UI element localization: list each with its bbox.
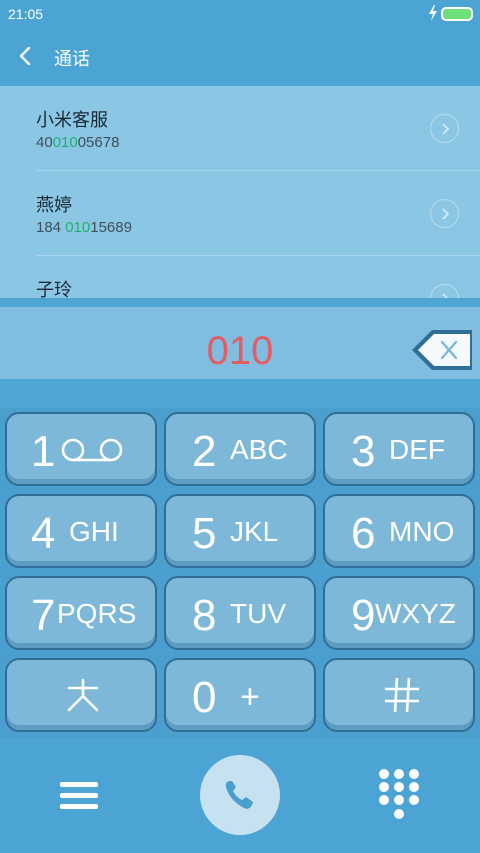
dial-input-bar: 010	[0, 298, 480, 408]
dial-input-field[interactable]: 010	[0, 307, 480, 379]
key-4[interactable]: 4 GHI	[5, 494, 157, 568]
key-digit: 5	[192, 509, 217, 558]
contact-name: 小米客服	[36, 110, 108, 131]
key-6[interactable]: 6 MNO	[323, 494, 475, 568]
call-button[interactable]	[200, 755, 280, 835]
charging-bolt-icon	[429, 5, 437, 21]
key-7[interactable]: 7 PQRS	[5, 576, 157, 650]
key-digit: 9	[351, 591, 376, 640]
bottom-action-bar	[0, 738, 480, 853]
key-digit: 6	[351, 509, 376, 558]
key-letters: DEF	[389, 434, 445, 465]
key-letters: PQRS	[57, 598, 137, 629]
key-2[interactable]: 2 ABC	[164, 412, 316, 486]
key-star[interactable]	[5, 658, 157, 732]
key-digit: 3	[351, 427, 376, 476]
dialed-number: 010	[206, 329, 274, 373]
menu-icon[interactable]	[60, 778, 100, 814]
chevron-right-icon	[442, 123, 450, 135]
key-9[interactable]: 9 WXYZ	[323, 576, 475, 650]
back-icon[interactable]	[14, 44, 38, 68]
key-0[interactable]: 0 +	[164, 658, 316, 732]
key-letters: TUV	[230, 598, 286, 629]
contact-name: 燕婷	[36, 195, 72, 216]
key-5[interactable]: 5 JKL	[164, 494, 316, 568]
phone-icon	[225, 781, 253, 809]
key-digit: 2	[192, 427, 217, 476]
contact-detail-button[interactable]	[430, 284, 459, 298]
contact-name: 子玲	[36, 280, 72, 298]
key-3[interactable]: 3 DEF	[323, 412, 475, 486]
chevron-right-icon	[442, 208, 450, 220]
backspace-icon[interactable]	[410, 328, 474, 372]
dialpad-icon[interactable]	[378, 768, 420, 824]
dial-keypad: 1 2 ABC 3 DEF 4 GHI 5 JKL 6 MNO 7 PQRS 8…	[0, 408, 480, 738]
key-digit: 7	[31, 591, 56, 640]
voicemail-icon	[61, 438, 123, 462]
status-time: 21:05	[8, 6, 44, 22]
key-8[interactable]: 8 TUV	[164, 576, 316, 650]
star-icon	[67, 678, 99, 712]
number-match: 010	[52, 134, 78, 151]
contact-item[interactable]: 子玲	[0, 256, 480, 298]
key-letters: +	[240, 678, 260, 716]
key-letters: GHI	[69, 516, 119, 547]
key-digit: 0	[192, 673, 217, 722]
key-letters: MNO	[389, 516, 455, 547]
number-match: 010	[65, 219, 91, 236]
contact-detail-button[interactable]	[430, 114, 459, 143]
contact-item[interactable]: 燕婷 184 01015689	[0, 171, 480, 256]
key-letters: JKL	[230, 516, 279, 547]
key-letters: ABC	[230, 434, 288, 465]
contact-number: 184 01015689	[36, 219, 132, 236]
page-title: 通话	[54, 49, 90, 70]
key-digit: 1	[31, 427, 56, 476]
key-hash[interactable]	[323, 658, 475, 732]
contact-number: 4001005678	[36, 134, 120, 151]
battery-icon	[441, 7, 473, 21]
key-1[interactable]: 1	[5, 412, 157, 486]
key-digit: 8	[192, 591, 217, 640]
contact-item[interactable]: 小米客服 4001005678	[0, 86, 480, 171]
contact-results-list: 小米客服 4001005678 燕婷 184 01015689 子玲	[0, 86, 480, 298]
app-bar: 通话	[0, 28, 480, 86]
contact-detail-button[interactable]	[430, 199, 459, 228]
hash-icon	[385, 677, 419, 713]
key-letters: WXYZ	[375, 598, 456, 629]
status-bar: 21:05	[0, 0, 480, 28]
key-digit: 4	[31, 509, 56, 558]
